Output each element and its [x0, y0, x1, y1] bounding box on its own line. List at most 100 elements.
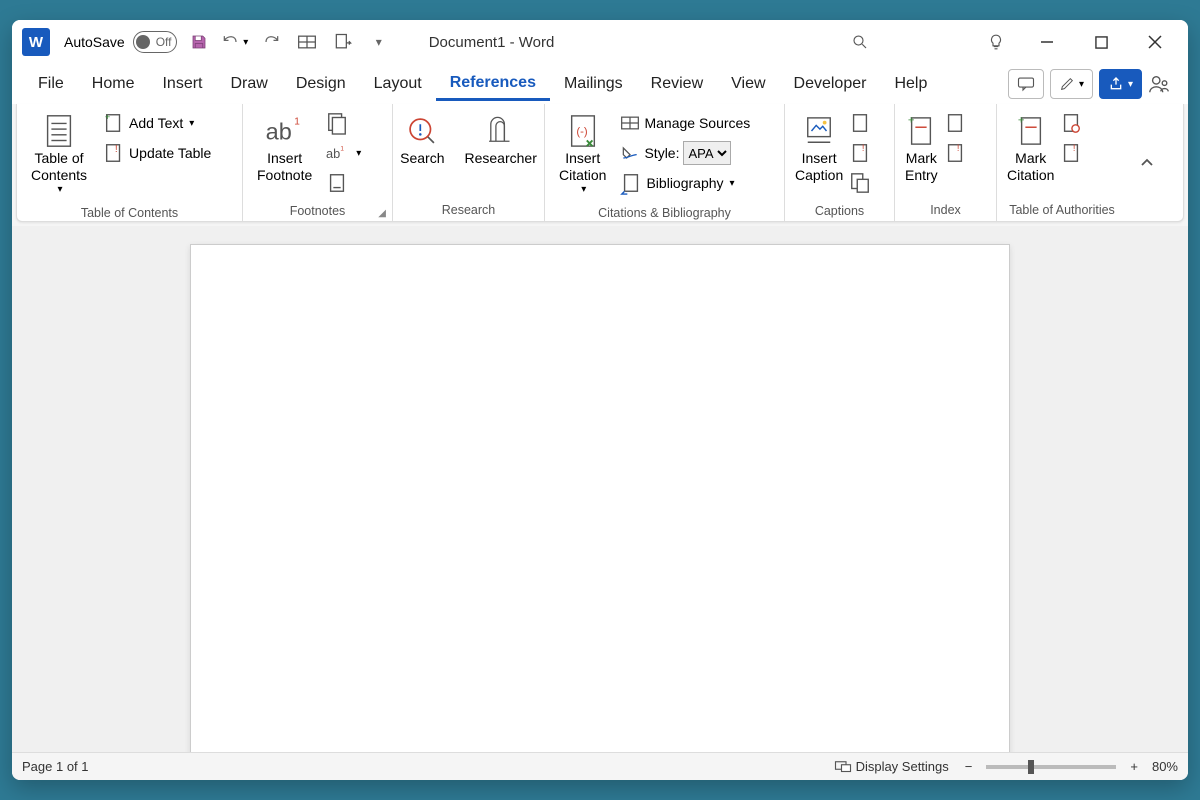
close-icon	[1148, 35, 1162, 49]
mark-citation-label: Mark Citation	[1007, 150, 1054, 184]
insert-caption-button[interactable]: Insert Caption	[793, 108, 845, 188]
ribbon: Table of Contents▾ + Add Text▾ ! Update …	[16, 104, 1184, 222]
search-button[interactable]	[840, 22, 880, 62]
app-window: W AutoSave Off ▾ ▾ Document1 - Word	[12, 20, 1188, 780]
comment-icon	[1017, 76, 1035, 92]
group-label-captions: Captions	[785, 202, 894, 222]
citation-style-select[interactable]: APA	[683, 141, 731, 165]
group-footnotes: ab 1 Insert Footnote ab1▾	[243, 104, 393, 221]
close-button[interactable]	[1132, 22, 1178, 62]
qat-customize[interactable]: ▾	[365, 28, 393, 56]
table-of-contents-button[interactable]: Table of Contents▾	[25, 108, 93, 200]
chevron-up-icon	[1140, 156, 1154, 170]
tab-references[interactable]: References	[436, 68, 550, 101]
tab-review[interactable]: Review	[637, 69, 717, 99]
add-text-label: Add Text	[129, 115, 183, 131]
toggle-knob-icon	[136, 35, 150, 49]
footnotes-launcher[interactable]: ◢	[378, 208, 386, 219]
zoom-slider[interactable]	[986, 765, 1116, 769]
search-command-button[interactable]: Search	[394, 108, 450, 171]
researcher-label: Researcher	[465, 150, 537, 167]
tips-button[interactable]	[976, 22, 1016, 62]
tab-layout[interactable]: Layout	[360, 69, 436, 99]
save-icon	[190, 33, 208, 51]
update-figures-icon: !	[849, 141, 871, 165]
next-footnote-button[interactable]: ab1▾	[322, 138, 365, 168]
tab-help[interactable]: Help	[880, 69, 941, 99]
update-index[interactable]: !	[940, 138, 970, 168]
tab-developer[interactable]: Developer	[780, 69, 881, 99]
zoom-out-button[interactable]: −	[959, 759, 979, 774]
group-label-citations: Citations & Bibliography	[545, 204, 784, 224]
svg-text:!: !	[862, 143, 865, 153]
qat-item-1[interactable]	[293, 28, 321, 56]
researcher-button[interactable]: Researcher	[459, 108, 543, 171]
insert-table-figures[interactable]	[845, 108, 875, 138]
manage-sources-button[interactable]: Manage Sources	[616, 108, 754, 138]
insert-toa[interactable]	[1056, 108, 1086, 138]
page-indicator[interactable]: Page 1 of 1	[22, 759, 89, 774]
collapse-ribbon-button[interactable]	[1127, 104, 1167, 221]
save-button[interactable]	[185, 28, 213, 56]
bibliography-icon	[620, 171, 642, 195]
undo-button[interactable]: ▾	[221, 28, 249, 56]
minimize-button[interactable]	[1024, 22, 1070, 62]
insert-endnote-button[interactable]	[322, 108, 365, 138]
zoom-level[interactable]: 80%	[1152, 759, 1178, 774]
tab-file[interactable]: File	[24, 69, 78, 99]
update-toa-icon: !	[1060, 141, 1082, 165]
tab-view[interactable]: View	[717, 69, 779, 99]
tab-insert[interactable]: Insert	[148, 69, 216, 99]
researcher-icon	[484, 114, 518, 148]
show-notes-button[interactable]	[322, 168, 365, 198]
update-table-button[interactable]: ! Update Table	[99, 138, 215, 168]
group-authorities: + Mark Citation ! Table of Authorities	[997, 104, 1127, 221]
manage-sources-icon	[620, 114, 640, 132]
search-label: Search	[400, 150, 444, 167]
mark-entry-icon: +	[906, 114, 936, 148]
comments-button[interactable]	[1008, 69, 1044, 99]
group-label-research: Research	[393, 201, 544, 221]
minimize-icon	[1040, 35, 1054, 49]
zoom-in-button[interactable]: +	[1124, 759, 1144, 774]
redo-button[interactable]	[257, 28, 285, 56]
bibliography-button[interactable]: Bibliography▾	[616, 168, 754, 198]
cross-ref-icon	[849, 171, 871, 195]
manage-sources-label: Manage Sources	[644, 115, 750, 131]
maximize-button[interactable]	[1078, 22, 1124, 62]
account-button[interactable]	[1142, 73, 1176, 95]
search-icon	[851, 33, 869, 51]
tab-home[interactable]: Home	[78, 69, 149, 99]
tab-draw[interactable]: Draw	[216, 69, 281, 99]
mark-entry-button[interactable]: + Mark Entry	[903, 108, 940, 188]
insert-footnote-label: Insert Footnote	[257, 150, 312, 184]
tab-design[interactable]: Design	[282, 69, 360, 99]
insert-citation-button[interactable]: (-) Insert Citation▾	[553, 108, 612, 200]
doc-arrow-icon	[333, 32, 353, 52]
insert-index[interactable]	[940, 108, 970, 138]
document-canvas[interactable]	[12, 226, 1188, 752]
mark-citation-button[interactable]: + Mark Citation	[1005, 108, 1056, 188]
insert-footnote-button[interactable]: ab 1 Insert Footnote	[251, 108, 318, 188]
undo-icon	[221, 32, 241, 52]
add-text-button[interactable]: + Add Text▾	[99, 108, 215, 138]
update-figures[interactable]: !	[845, 138, 875, 168]
share-button[interactable]: ▾	[1099, 69, 1142, 99]
group-table-of-contents: Table of Contents▾ + Add Text▾ ! Update …	[17, 104, 243, 221]
editing-mode-button[interactable]: ▾	[1050, 69, 1093, 99]
qat-item-2[interactable]	[329, 28, 357, 56]
display-settings-button[interactable]: Display Settings	[856, 759, 949, 774]
update-toa[interactable]: !	[1056, 138, 1086, 168]
cross-reference[interactable]	[845, 168, 875, 198]
svg-text:+: +	[105, 112, 110, 122]
mark-citation-icon: +	[1016, 114, 1046, 148]
insert-index-icon	[944, 111, 966, 135]
next-footnote-icon: ab1	[326, 142, 350, 164]
svg-text:+: +	[1018, 115, 1025, 127]
research-search-icon	[405, 114, 439, 148]
zoom-thumb-icon	[1028, 760, 1034, 774]
autosave-toggle[interactable]: Off	[133, 31, 177, 53]
group-citations: (-) Insert Citation▾ Manage Sources Styl…	[545, 104, 785, 221]
document-page[interactable]	[190, 244, 1010, 752]
tab-mailings[interactable]: Mailings	[550, 69, 637, 99]
